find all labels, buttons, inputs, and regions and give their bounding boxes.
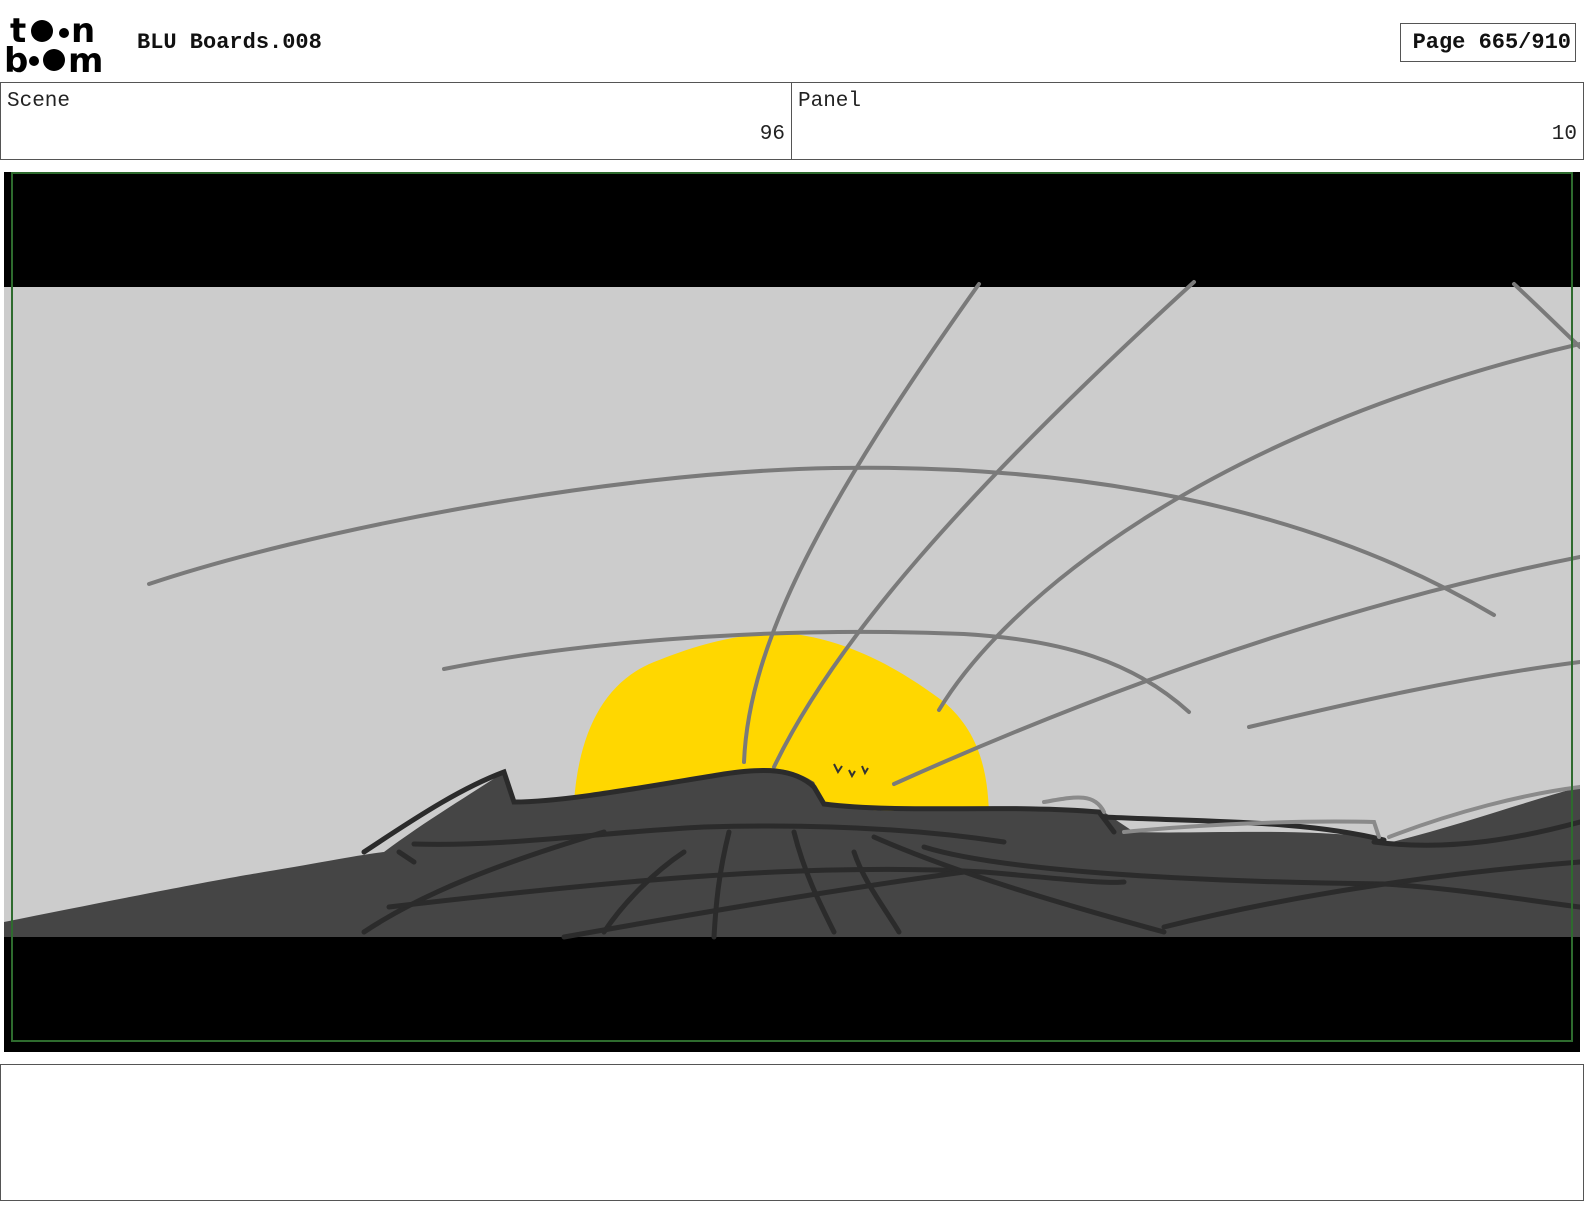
panel-number: 10 [1551, 123, 1577, 146]
document-title: BLU Boards.008 [137, 30, 322, 55]
storyboard-panel-image [4, 172, 1580, 1052]
scene-cell: Scene 96 [0, 83, 792, 159]
toon-boom-logo: t n b m [4, 12, 103, 76]
page-indicator: Page 665/910 [1400, 23, 1576, 62]
svg-text:m: m [68, 41, 103, 76]
scene-label: Scene [7, 90, 71, 113]
svg-text:b: b [4, 41, 28, 76]
panel-cell: Panel 10 [792, 83, 1584, 159]
panel-notes-box[interactable] [0, 1064, 1584, 1201]
scene-panel-info-row: Scene 96 Panel 10 [0, 82, 1584, 160]
panel-drawing [4, 172, 1580, 1052]
scene-number: 96 [759, 123, 785, 146]
panel-label: Panel [798, 90, 862, 113]
